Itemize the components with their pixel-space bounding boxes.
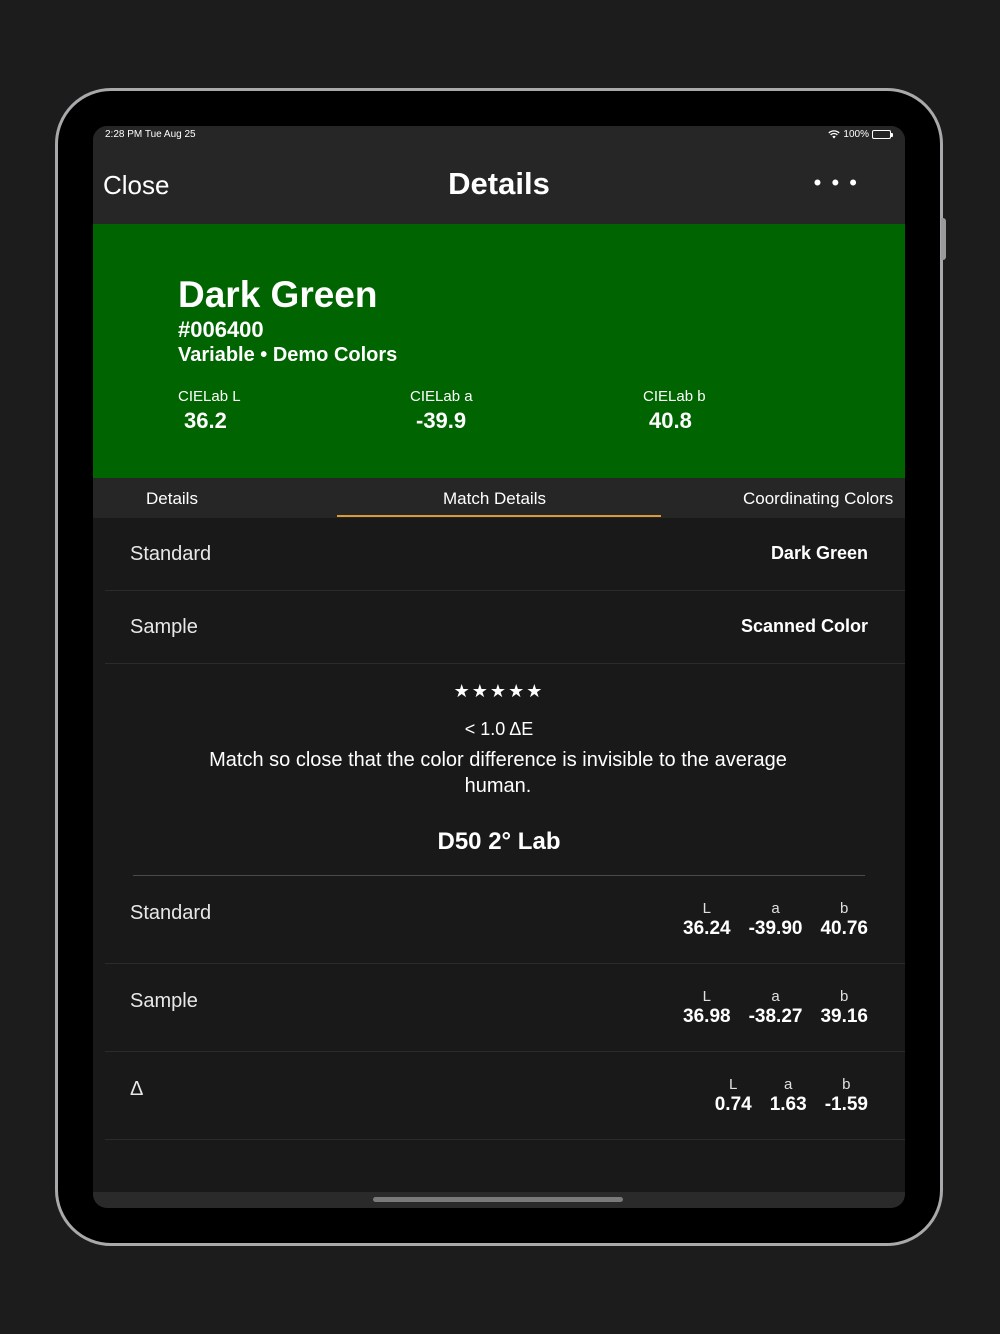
standard-label: Standard <box>130 543 212 565</box>
screen: 2:28 PM Tue Aug 25 100% Close Details • … <box>93 126 905 1208</box>
color-collection: Variable • Demo Colors <box>178 344 398 366</box>
lab-row-delta: Δ L 0.74 a 1.63 b -1.59 <box>105 1052 905 1140</box>
lab-values: L 0.74 a 1.63 b -1.59 <box>715 1076 868 1116</box>
tab-details[interactable]: Details <box>146 489 198 509</box>
rating-stars-icon: ★★★★★ <box>453 681 545 701</box>
battery-icon <box>872 130 893 139</box>
lab-values: L 36.24 a -39.90 b 40.76 <box>683 900 868 940</box>
lab-l: L 0.74 <box>714 1076 752 1115</box>
cielab-l-label: CIELab L <box>178 388 241 405</box>
cielab-l-value: 36.2 <box>184 408 227 433</box>
lab-l: L 36.98 <box>683 988 731 1027</box>
status-bar: 2:28 PM Tue Aug 25 100% <box>93 126 905 150</box>
active-tab-indicator <box>337 515 661 517</box>
status-right: 100% <box>828 129 893 140</box>
lab-a: a 1.63 <box>769 1076 807 1115</box>
home-indicator[interactable] <box>373 1197 623 1202</box>
cielab-b-label: CIELab b <box>643 388 706 405</box>
page-title: Details <box>448 166 550 201</box>
lab-section-title: D50 2° Lab <box>437 828 561 855</box>
lab-b: b 40.76 <box>820 900 868 939</box>
color-name: Dark Green <box>178 274 378 315</box>
lab-a: a -39.90 <box>748 900 803 939</box>
cielab-a-label: CIELab a <box>410 388 473 405</box>
standard-value: Dark Green <box>770 543 868 563</box>
cielab-b: CIELab b 40.8 <box>643 388 783 434</box>
lab-row-standard: Standard L 36.24 a -39.90 b 40.76 <box>105 876 905 964</box>
status-time: 2:28 PM Tue Aug 25 <box>105 129 196 140</box>
lab-row-label: Standard <box>130 902 212 924</box>
tab-match-details[interactable]: Match Details <box>443 489 546 509</box>
standard-row[interactable]: Standard Dark Green <box>105 518 905 591</box>
lab-b: b -1.59 <box>824 1076 868 1115</box>
wifi-icon <box>828 130 841 139</box>
lab-b: b 39.16 <box>820 988 868 1027</box>
device-side-button <box>941 218 946 260</box>
color-swatch-header: Dark Green #006400 Variable • Demo Color… <box>93 224 905 478</box>
color-hex: #006400 <box>178 317 264 342</box>
battery-percent: 100% <box>843 129 869 140</box>
lab-values: L 36.98 a -38.27 b 39.16 <box>683 988 868 1028</box>
lab-row-sample: Sample L 36.98 a -38.27 b 39.16 <box>105 964 905 1052</box>
match-description: Match so close that the color difference… <box>209 749 787 797</box>
tab-coordinating-colors[interactable]: Coordinating Colors <box>743 489 893 509</box>
sample-value: Scanned Color <box>740 616 868 636</box>
segmented-tabs: Details Match Details Coordinating Color… <box>93 478 905 518</box>
sample-row[interactable]: Sample Scanned Color <box>105 591 905 664</box>
cielab-a-value: -39.9 <box>416 408 467 433</box>
cielab-l: CIELab L 36.2 <box>178 388 318 434</box>
more-options-icon[interactable]: • • • <box>814 170 859 196</box>
lab-row-label: Δ <box>130 1078 144 1100</box>
lab-row-label: Sample <box>130 990 198 1012</box>
cielab-a: CIELab a -39.9 <box>410 388 550 434</box>
lab-l: L 36.24 <box>683 900 731 939</box>
delta-e-value: < 1.0 ΔE <box>464 719 534 739</box>
sample-label: Sample <box>130 616 198 638</box>
navigation-bar: Close Details • • • <box>93 150 905 224</box>
lab-a: a -38.27 <box>748 988 803 1027</box>
cielab-b-value: 40.8 <box>649 408 692 433</box>
